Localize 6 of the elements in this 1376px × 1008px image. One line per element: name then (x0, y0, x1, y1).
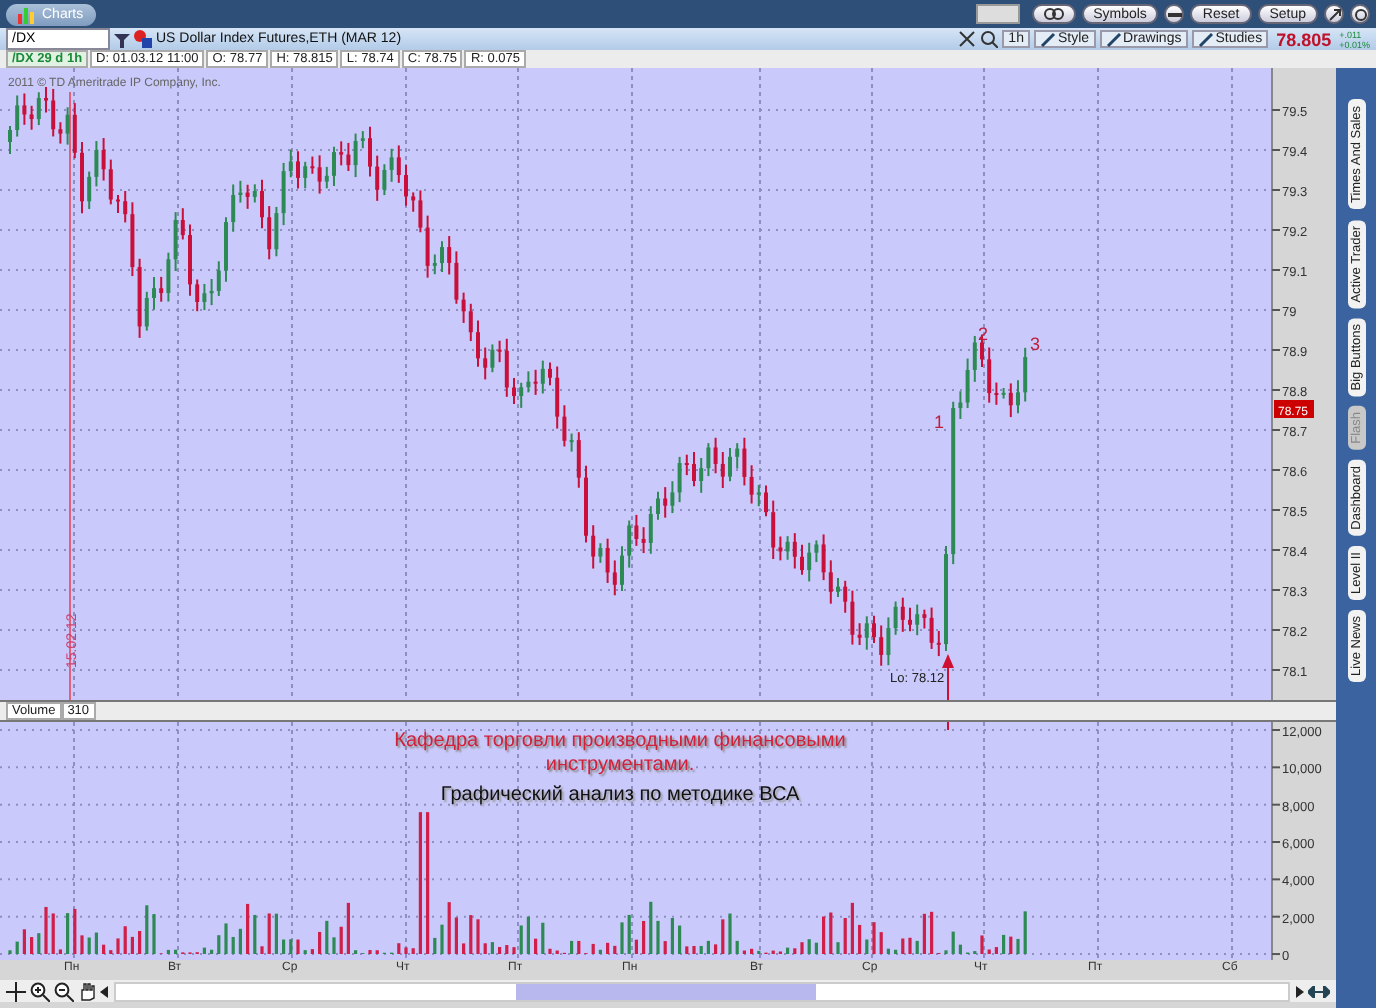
wave-label: 2 (978, 324, 989, 344)
caption-subtitle: Графический анализ по методике ВСА (440, 784, 800, 806)
wave-label: 3 (1030, 334, 1041, 354)
wave-label: 1 (934, 412, 945, 432)
last-price: 78.805 (1276, 29, 1332, 49)
caption-title: Кафедра торговли производными финансовыми инструментами. (392, 730, 848, 778)
